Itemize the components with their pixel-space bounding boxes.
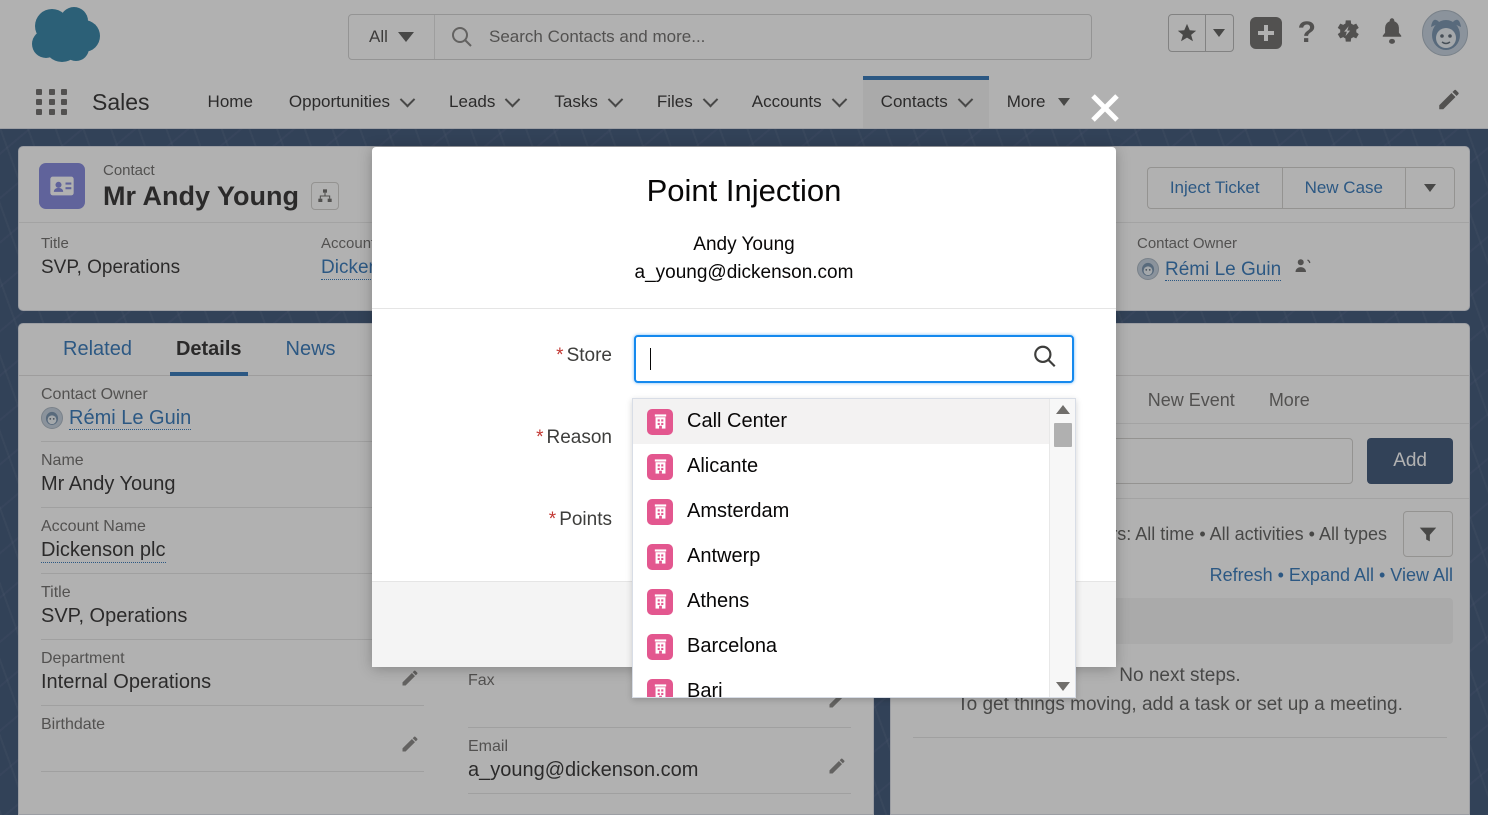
store-options-dropdown: Call Center Alicante Amsterdam Antwerp A… xyxy=(632,398,1076,698)
store-options-list: Call Center Alicante Amsterdam Antwerp A… xyxy=(633,399,1049,697)
store-building-icon xyxy=(647,543,673,570)
points-field-label: * Points xyxy=(548,509,612,531)
store-building-icon xyxy=(647,498,673,525)
search-icon xyxy=(1032,344,1058,375)
list-item[interactable]: Alicante xyxy=(633,444,1049,489)
store-building-icon xyxy=(647,633,673,660)
list-item[interactable]: Barcelona xyxy=(633,624,1049,669)
store-building-icon xyxy=(647,453,673,480)
required-asterisk: * xyxy=(536,427,544,449)
list-item[interactable]: Call Center xyxy=(633,399,1049,444)
modal-contact-email: a_young@dickenson.com xyxy=(634,261,854,283)
text-cursor xyxy=(650,348,651,371)
store-field-label: * Store xyxy=(556,345,612,367)
scroll-up-arrow-icon[interactable] xyxy=(1055,405,1070,414)
list-item-label: Athens xyxy=(687,590,750,612)
list-item[interactable]: Bari xyxy=(633,669,1049,697)
modal-header: Point Injection Andy Young a_young@dicke… xyxy=(372,147,1116,310)
list-item-label: Amsterdam xyxy=(687,500,790,522)
list-item-label: Call Center xyxy=(687,410,788,432)
store-building-icon xyxy=(647,588,673,615)
required-asterisk: * xyxy=(556,345,564,367)
store-combobox-input[interactable] xyxy=(634,335,1074,384)
modal-title: Point Injection xyxy=(646,173,842,208)
list-item[interactable]: Amsterdam xyxy=(633,489,1049,534)
list-item-label: Barcelona xyxy=(687,635,778,657)
dropdown-scrollbar[interactable] xyxy=(1049,399,1075,697)
list-item-label: Antwerp xyxy=(687,545,761,567)
store-building-icon xyxy=(647,678,673,697)
list-item[interactable]: Athens xyxy=(633,579,1049,624)
screen-root: All Search Contacts and more... ? Sales … xyxy=(0,0,1488,815)
store-building-icon xyxy=(647,408,673,435)
scroll-down-arrow-icon[interactable] xyxy=(1055,682,1070,691)
reason-field-label: * Reason xyxy=(536,427,612,449)
scrollbar-thumb[interactable] xyxy=(1054,423,1072,447)
list-item-label: Bari xyxy=(687,680,723,697)
required-asterisk: * xyxy=(548,509,557,531)
list-item-label: Alicante xyxy=(687,455,759,477)
list-item[interactable]: Antwerp xyxy=(633,534,1049,579)
modal-contact-name: Andy Young xyxy=(693,234,795,255)
close-x-icon[interactable] xyxy=(1085,88,1125,128)
